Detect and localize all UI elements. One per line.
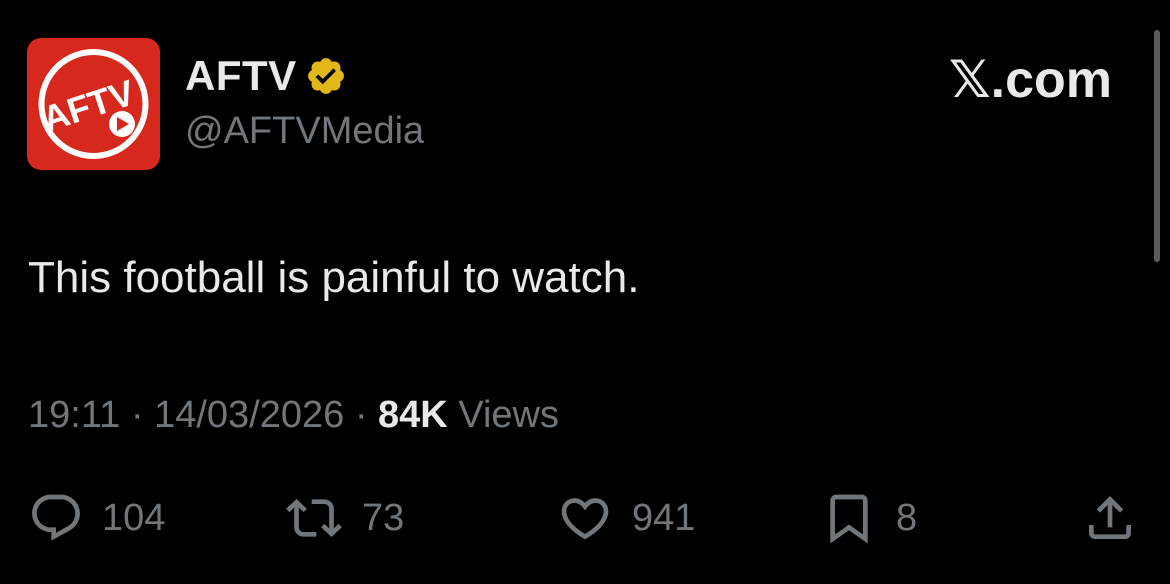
views-label: Views xyxy=(458,394,559,436)
bookmark-button[interactable]: 8 xyxy=(820,490,917,546)
aftv-logo-icon: AFTV xyxy=(27,38,160,170)
repost-count: 73 xyxy=(362,497,405,539)
repost-arrows-icon xyxy=(286,499,342,537)
tweet-date[interactable]: 14/03/2026 xyxy=(154,394,344,436)
heart-icon xyxy=(561,498,609,540)
reply-count: 104 xyxy=(102,497,166,539)
display-name[interactable]: AFTV xyxy=(185,52,297,100)
tweet-card: AFTV AFTV @AFTVMedia 𝕏 .com This football… xyxy=(0,0,1170,584)
tweet-text: This football is painful to watch. xyxy=(28,253,640,302)
name-row: AFTV xyxy=(185,52,347,100)
reply-button[interactable]: 104 xyxy=(28,490,165,546)
tweet-time[interactable]: 19:11 xyxy=(28,394,120,436)
account-handle[interactable]: @AFTVMedia xyxy=(185,108,424,154)
scrollbar[interactable] xyxy=(1154,30,1160,262)
brand-suffix: .com xyxy=(990,51,1112,109)
like-count: 941 xyxy=(632,497,696,539)
action-bar: 104 73 941 8 xyxy=(0,490,1170,546)
avatar[interactable]: AFTV xyxy=(27,38,160,170)
share-upload-icon xyxy=(1089,496,1131,539)
verified-badge-icon xyxy=(305,55,347,97)
repost-button[interactable]: 73 xyxy=(284,490,404,546)
bookmark-icon xyxy=(830,494,868,544)
x-com-brand: 𝕏 .com xyxy=(949,52,1112,108)
like-button[interactable]: 941 xyxy=(556,490,695,546)
share-button[interactable] xyxy=(1082,490,1138,546)
meta-separator: · xyxy=(130,394,144,436)
views-count: 84K xyxy=(378,394,448,436)
meta-separator: · xyxy=(354,394,368,436)
x-logo-icon: 𝕏 xyxy=(948,50,991,110)
tweet-meta: 19:11 · 14/03/2026 · 84K Views xyxy=(28,392,559,438)
speech-bubble-icon xyxy=(32,494,80,541)
bookmark-count: 8 xyxy=(896,497,918,539)
